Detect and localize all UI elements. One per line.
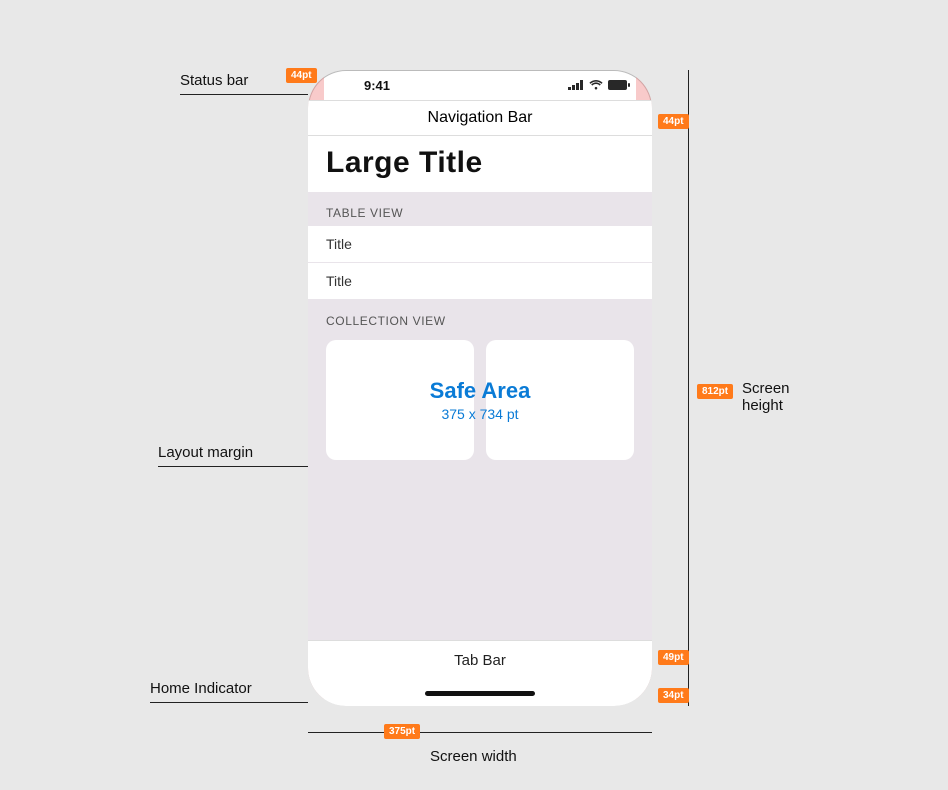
- home-indicator-area: [308, 680, 652, 706]
- dim-screen-width: 375pt: [384, 724, 420, 739]
- label-screen-height: Screen height: [742, 380, 790, 414]
- dim-home-height: 34pt: [658, 688, 689, 703]
- label-status-bar: Status bar: [180, 72, 248, 89]
- phone-screen: 9:41 Navigation Bar Large Title TABLE VI…: [308, 70, 652, 706]
- status-time: 9:41: [364, 78, 390, 93]
- guide-screen-width: [308, 732, 652, 733]
- dim-screen-height: 812pt: [697, 384, 733, 399]
- tab-bar[interactable]: Tab Bar: [308, 640, 652, 680]
- diagram-stage: Status bar Layout margin Home Indicator …: [0, 0, 948, 790]
- table-view-header: TABLE VIEW: [308, 192, 652, 226]
- collection-card[interactable]: [326, 340, 474, 460]
- collection-row: [308, 334, 652, 474]
- cellular-icon: [568, 80, 584, 90]
- guide-home-indicator: [150, 702, 308, 703]
- navigation-bar[interactable]: Navigation Bar: [308, 100, 652, 136]
- guide-status-bar: [180, 94, 308, 95]
- home-indicator[interactable]: [425, 691, 535, 696]
- label-layout-margin: Layout margin: [158, 444, 253, 461]
- battery-icon: [608, 80, 630, 90]
- dim-nav-height: 44pt: [658, 114, 689, 129]
- phone-frame: 9:41 Navigation Bar Large Title TABLE VI…: [308, 70, 652, 706]
- status-icons: [568, 80, 630, 90]
- label-home-indicator: Home Indicator: [150, 680, 252, 697]
- tab-bar-label: Tab Bar: [454, 652, 506, 669]
- guide-layout-margin: [158, 466, 320, 467]
- navigation-bar-title: Navigation Bar: [428, 109, 533, 127]
- large-title: Large Title: [308, 136, 652, 192]
- label-screen-width: Screen width: [430, 748, 517, 765]
- table-row[interactable]: Title: [308, 263, 652, 300]
- guide-screen-height: [688, 70, 689, 706]
- collection-card[interactable]: [486, 340, 634, 460]
- collection-view-header: COLLECTION VIEW: [308, 300, 652, 334]
- wifi-icon: [589, 80, 603, 90]
- table-row[interactable]: Title: [308, 226, 652, 263]
- status-bar: 9:41: [308, 70, 652, 100]
- dim-tab-height: 49pt: [658, 650, 689, 665]
- content-area: TABLE VIEW Title Title COLLECTION VIEW S…: [308, 192, 652, 640]
